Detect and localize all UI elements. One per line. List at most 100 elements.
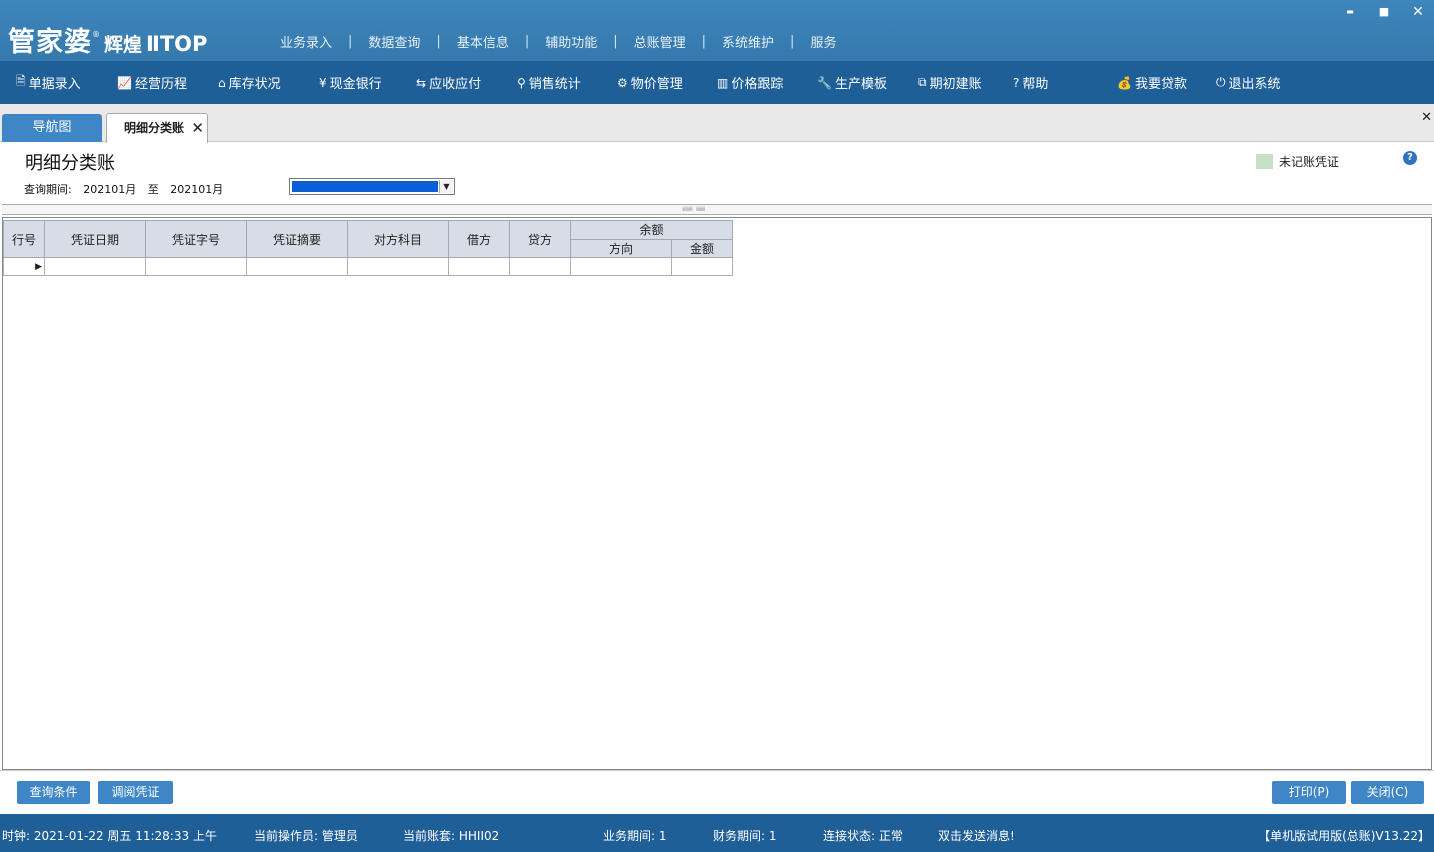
query-conditions-button[interactable]: 查询条件 — [17, 781, 90, 804]
table-cell[interactable] — [145, 257, 247, 276]
tab-detail-ledger[interactable]: 明细分类账 ✕ — [106, 113, 208, 143]
top-menu-item-general-ledger[interactable]: 总账管理 — [626, 32, 694, 51]
ledger-grid: 行号 凭证日期 凭证字号 凭证摘要 对方科目 借方 贷方 余额 方向 金额 ▶ — [3, 220, 733, 276]
column-header-direction[interactable]: 方向 — [570, 238, 672, 258]
table-cell[interactable] — [347, 257, 449, 276]
toolbar-button-sales-statistics[interactable]: ⚲ 销售统计 — [517, 61, 581, 104]
gear-icon: ⚙ — [617, 75, 628, 90]
tab-navigation-map[interactable]: 导航图 — [2, 114, 102, 142]
toolbar-button-help[interactable]: ? 帮助 — [1013, 61, 1048, 104]
trend-chart-icon: 📈 — [117, 75, 132, 90]
view-voucher-button[interactable]: 调阅凭证 — [98, 781, 173, 804]
legend-label: 未记账凭证 — [1279, 155, 1340, 169]
account-select[interactable]: ▼ — [289, 178, 455, 195]
close-button[interactable]: 关闭(C) — [1351, 781, 1424, 804]
top-menu-item-service[interactable]: 服务 — [802, 32, 844, 51]
action-bar: 查询条件 调阅凭证 打印(P) 关闭(C) — [0, 770, 1434, 814]
tab-label: 明细分类账 — [124, 121, 185, 135]
home-icon: ⌂ — [218, 75, 226, 90]
table-cell[interactable] — [570, 257, 672, 276]
column-header-debit[interactable]: 借方 — [448, 220, 510, 258]
account-select-value — [292, 181, 438, 192]
close-icon[interactable]: ✕ — [1408, 3, 1428, 21]
power-icon: ⏻ — [1216, 75, 1226, 89]
table-row[interactable]: ▶ — [3, 257, 733, 276]
chevron-down-icon[interactable]: ▼ — [439, 180, 453, 193]
column-header-credit[interactable]: 贷方 — [509, 220, 571, 258]
toolbar-label: 退出系统 — [1228, 77, 1281, 92]
panel-close-icon[interactable]: ✕ — [1421, 110, 1432, 125]
toolbar-button-cash-bank[interactable]: ¥ 现金银行 — [319, 61, 382, 104]
unposted-voucher-legend: 未记账凭证 — [1256, 153, 1339, 170]
column-header-amount[interactable]: 金额 — [671, 238, 733, 258]
toolbar-label: 库存状况 — [228, 77, 281, 92]
help-icon[interactable]: ? — [1403, 151, 1417, 165]
period-to: 202101月 — [170, 183, 224, 196]
column-header-voucher-summary[interactable]: 凭证摘要 — [246, 220, 348, 258]
toolbar-button-loan[interactable]: 💰 我要贷款 — [1117, 61, 1187, 104]
table-cell[interactable] — [448, 257, 510, 276]
grip-icon: ⁞⁞⁞⁞⁞⁞⁞⁞⁞⁞⁞ ⁞⁞⁞⁞⁞⁞⁞⁞⁞⁞ — [682, 206, 706, 213]
toolbar-label: 现金银行 — [329, 77, 382, 92]
toolbar-label: 销售统计 — [528, 77, 581, 92]
table-cell[interactable] — [509, 257, 571, 276]
tab-strip: 导航图 明细分类账 ✕ ✕ — [0, 104, 1434, 143]
toolbar-label: 我要贷款 — [1134, 77, 1187, 92]
status-send-message[interactable]: 双击发送消息! — [938, 827, 1015, 844]
toolbar-button-business-history[interactable]: 📈 经营历程 — [117, 61, 187, 104]
table-cell[interactable] — [671, 257, 733, 276]
status-bar: 时钟: 2021-01-22 周五 11:28:33 上午 当前操作员: 管理员… — [0, 814, 1434, 852]
toolbar-button-production-template[interactable]: 🔧 生产模板 — [817, 61, 887, 104]
app-logo: 管家婆 ® 辉煌 ⅡTOP — [8, 20, 208, 58]
external-link-icon: ⧉ — [918, 75, 927, 89]
status-finance-period: 财务期间: 1 — [713, 829, 777, 843]
page-title: 明细分类账 — [25, 153, 115, 174]
exchange-arrows-icon: ⇆ — [416, 75, 427, 90]
column-header-row-number[interactable]: 行号 — [3, 220, 45, 258]
toolbar-label: 价格跟踪 — [731, 77, 784, 92]
table-cell[interactable] — [246, 257, 348, 276]
status-clock: 时钟: 2021-01-22 周五 11:28:33 上午 — [2, 829, 217, 843]
column-header-contra-account[interactable]: 对方科目 — [347, 220, 449, 258]
period-from: 202101月 — [83, 183, 137, 196]
logo-main-text: 管家婆 — [8, 27, 92, 58]
splitter-handle[interactable]: ⁞⁞⁞⁞⁞⁞⁞⁞⁞⁞⁞ ⁞⁞⁞⁞⁞⁞⁞⁞⁞⁞ — [2, 204, 1432, 215]
toolbar-label: 期初建账 — [929, 77, 982, 92]
column-header-voucher-date[interactable]: 凭证日期 — [44, 220, 146, 258]
toolbar-button-price-tracking[interactable]: ▥ 价格跟踪 — [717, 61, 783, 104]
toolbar-button-inventory-status[interactable]: ⌂ 库存状况 — [218, 61, 281, 104]
top-menu-item-data-query[interactable]: 数据查询 — [360, 32, 428, 51]
status-connection: 连接状态: 正常 — [823, 829, 903, 843]
top-menu-item-auxiliary[interactable]: 辅助功能 — [537, 32, 605, 51]
search-icon: ⚲ — [517, 75, 526, 90]
toolbar-button-document-entry[interactable]: 🗎 单据录入 — [16, 61, 81, 104]
toolbar-label: 应收应付 — [429, 77, 482, 92]
top-menu-item-system-maintenance[interactable]: 系统维护 — [714, 32, 782, 51]
window-controls: ▬ ■ ✕ — [1340, 3, 1428, 21]
toolbar-label: 物价管理 — [630, 77, 683, 92]
document-icon: 🗎 — [16, 74, 26, 88]
question-icon: ? — [1013, 75, 1020, 90]
logo-registered-mark: ® — [92, 30, 100, 39]
table-cell[interactable] — [44, 257, 146, 276]
toolbar-button-exit[interactable]: ⏻ 退出系统 — [1216, 61, 1281, 104]
yen-icon: ¥ — [319, 75, 327, 90]
toolbar-label: 帮助 — [1022, 77, 1049, 92]
logo-top-text: ⅡTOP — [146, 32, 208, 56]
column-header-voucher-number[interactable]: 凭证字号 — [145, 220, 247, 258]
maximize-icon[interactable]: ■ — [1374, 3, 1394, 21]
top-menu-item-business-entry[interactable]: 业务录入 — [272, 32, 340, 51]
toolbar-button-price-management[interactable]: ⚙ 物价管理 — [617, 61, 683, 104]
print-button[interactable]: 打印(P) — [1272, 781, 1346, 804]
top-menu-item-basic-info[interactable]: 基本信息 — [449, 32, 517, 51]
status-operator: 当前操作员: 管理员 — [254, 829, 358, 843]
minimize-icon[interactable]: ▬ — [1340, 3, 1360, 21]
toolbar-button-receivable-payable[interactable]: ⇆ 应收应付 — [416, 61, 481, 104]
status-version: 【单机版试用版(总账)V13.22】 — [1258, 829, 1430, 843]
tab-close-icon[interactable]: ✕ — [191, 114, 204, 142]
ledger-grid-area: 行号 凭证日期 凭证字号 凭证摘要 对方科目 借方 贷方 余额 方向 金额 ▶ — [2, 217, 1432, 770]
toolbar-button-opening-setup[interactable]: ⧉ 期初建账 — [918, 61, 982, 104]
title-bar: 管家婆 ® 辉煌 ⅡTOP 业务录入 | 数据查询 | 基本信息 | 辅助功能 | 总账… — [0, 0, 1434, 61]
toolbar-label: 经营历程 — [134, 77, 187, 92]
logo-sub-text: 辉煌 — [104, 34, 143, 56]
